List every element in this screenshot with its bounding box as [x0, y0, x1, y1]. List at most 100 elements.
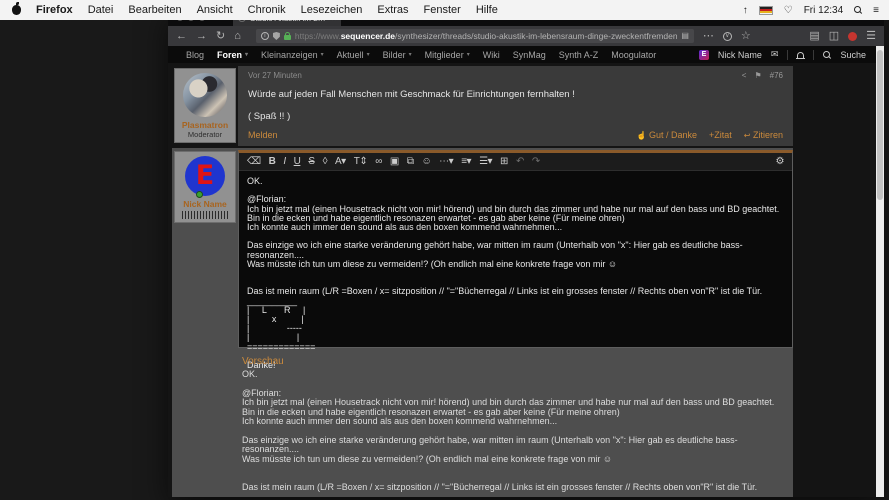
page-scrollbar[interactable] — [876, 46, 884, 497]
remove-format-icon[interactable]: ⌫ — [247, 156, 261, 167]
sidebar-icon[interactable]: ◫ — [829, 30, 839, 42]
smilies-icon[interactable]: ☺ — [421, 156, 431, 167]
pocket-icon[interactable]: ∨ — [722, 31, 732, 41]
report-link[interactable]: Melden — [248, 130, 278, 140]
list-icon[interactable]: ☰▾ — [479, 156, 492, 167]
avatar[interactable]: E — [185, 156, 225, 198]
quote-button[interactable]: ↩ Zitieren — [744, 130, 783, 140]
nav-aktuell[interactable]: Aktuell ▾ — [337, 50, 370, 60]
share-icon[interactable]: < — [742, 71, 747, 80]
chevron-down-icon: ▾ — [408, 52, 412, 58]
library-icon[interactable]: ▤ — [809, 30, 819, 42]
url-bar[interactable]: i https://www.sequencer.de/synthesizer/t… — [255, 29, 694, 43]
chevron-down-icon: ▾ — [466, 52, 470, 58]
forum-nav: Blog Foren ▾ Kleinanzeigen ▾ Aktuell ▾ Bild… — [168, 46, 876, 63]
menu-datei[interactable]: Datei — [88, 4, 114, 16]
reply-username[interactable]: Nick Name — [177, 199, 233, 209]
chevron-down-icon: ▾ — [320, 52, 324, 58]
menu-extras[interactable]: Extras — [377, 4, 408, 16]
font-size-icon[interactable]: T⇕ — [354, 156, 368, 167]
bbcode-settings-icon[interactable]: ⚙ — [776, 156, 785, 167]
reply-icon: ↩ — [743, 131, 751, 140]
menu-fenster[interactable]: Fenster — [424, 4, 461, 16]
avatar[interactable] — [183, 73, 227, 117]
menu-ansicht[interactable]: Ansicht — [197, 4, 233, 16]
url-text: https://www.sequencer.de/synthesizer/thr… — [294, 31, 678, 41]
more-options-icon[interactable]: ⋯▾ — [439, 156, 454, 167]
nav-bilder[interactable]: Bilder ▾ — [383, 50, 412, 60]
chevron-down-icon: ▾ — [366, 52, 370, 58]
font-family-icon[interactable]: A▾ — [335, 156, 346, 167]
reply-block: E Nick Name ⌫ B I U S ◊ A▾ T⇕ ∞ ▣ ⧉ ☺ ⋯▾… — [172, 148, 793, 497]
image-icon[interactable]: ▣ — [390, 156, 399, 167]
post-message: Vor 27 Minuten < ⚑ #76 Würde auf jeden F… — [238, 66, 793, 146]
link-icon[interactable]: ∞ — [375, 156, 382, 167]
spotlight-search-icon[interactable] — [854, 6, 862, 14]
strikethrough-icon[interactable]: S — [308, 156, 315, 167]
post-timestamp[interactable]: Vor 27 Minuten — [248, 71, 302, 80]
reload-icon[interactable]: ↻ — [216, 30, 225, 42]
https-lock-icon[interactable] — [283, 31, 291, 40]
post-user-column: Plasmatron Moderator — [172, 66, 238, 146]
nav-mitglieder[interactable]: Mitglieder ▾ — [425, 50, 470, 60]
inbox-mail-icon[interactable]: ✉ — [771, 49, 779, 60]
forward-icon[interactable]: → — [196, 30, 207, 42]
nav-synmag[interactable]: SynMag — [513, 50, 546, 60]
bookmark-star-icon[interactable]: ☆ — [741, 30, 751, 42]
nav-username[interactable]: Nick Name — [718, 50, 762, 60]
nav-synth-a-z[interactable]: Synth A-Z — [559, 50, 599, 60]
tracking-protection-icon[interactable] — [272, 32, 280, 40]
post-author[interactable]: Plasmatron — [177, 120, 233, 130]
menu-app-name[interactable]: Firefox — [36, 4, 73, 16]
search-icon[interactable] — [823, 50, 831, 59]
menu-hilfe[interactable]: Hilfe — [476, 4, 498, 16]
home-icon[interactable]: ⌂ — [234, 30, 241, 42]
german-flag-icon[interactable] — [758, 5, 773, 15]
menu-lesezeichen[interactable]: Lesezeichen — [301, 4, 363, 16]
menu-bearbeiten[interactable]: Bearbeiten — [128, 4, 181, 16]
redo-icon[interactable]: ↷ — [532, 156, 540, 167]
editor-textarea[interactable]: OK. @Florian: Ich bin jetzt mal (einen H… — [239, 171, 792, 376]
alignment-icon[interactable]: ≡▾ — [461, 156, 471, 167]
post-number[interactable]: #76 — [770, 71, 783, 80]
nav-blog[interactable]: Blog — [186, 50, 204, 60]
bookmark-icon[interactable]: ⚑ — [754, 71, 761, 80]
undo-icon[interactable]: ↶ — [516, 156, 524, 167]
menu-chronik[interactable]: Chronik — [248, 4, 286, 16]
alerts-bell-icon[interactable] — [796, 51, 806, 59]
underline-icon[interactable]: U — [294, 156, 301, 167]
reader-view-icon[interactable]: ▤ — [681, 32, 689, 40]
nav-wiki[interactable]: Wiki — [483, 50, 500, 60]
nav-kleinanzeigen[interactable]: Kleinanzeigen ▾ — [261, 50, 324, 60]
input-source-icon[interactable]: ↑ — [743, 5, 748, 16]
search-label[interactable]: Suche — [840, 50, 866, 60]
reply-user-card: E Nick Name — [174, 151, 236, 223]
bold-icon[interactable]: B — [269, 156, 276, 167]
adblock-icon[interactable] — [848, 31, 858, 41]
divider — [813, 49, 815, 60]
hamburger-menu-icon[interactable]: ☰ — [866, 30, 876, 42]
heart-icon[interactable]: ♡ — [784, 5, 793, 16]
page-actions-icon[interactable]: ⋯ — [703, 30, 714, 42]
table-icon[interactable]: ⊞ — [500, 156, 508, 167]
notification-center-icon[interactable]: ≡ — [873, 5, 879, 16]
like-button[interactable]: ☝ Gut / Danke — [636, 130, 697, 140]
media-icon[interactable]: ⧉ — [407, 156, 414, 167]
quote-plus-button[interactable]: +Zitat — [709, 130, 732, 140]
italic-icon[interactable]: I — [283, 156, 286, 167]
page-info-icon[interactable]: i — [260, 32, 269, 40]
online-indicator — [196, 191, 203, 198]
menubar-clock[interactable]: Fri 12:34 — [804, 5, 843, 16]
nav-moogulator[interactable]: Moogulator — [611, 50, 656, 60]
forum-post: Plasmatron Moderator Vor 27 Minuten < ⚑ … — [172, 66, 793, 146]
reply-editor[interactable]: ⌫ B I U S ◊ A▾ T⇕ ∞ ▣ ⧉ ☺ ⋯▾ ≡▾ ☰▾ ⊞ ↶ ↷… — [238, 150, 793, 370]
page-content: Blog Foren ▾ Kleinanzeigen ▾ Aktuell ▾ Bild… — [168, 46, 884, 497]
user-banner — [182, 211, 228, 219]
nav-foren[interactable]: Foren ▾ — [217, 50, 248, 60]
macos-menubar: Firefox Datei Bearbeiten Ansicht Chronik… — [0, 0, 889, 20]
back-icon[interactable]: ← — [176, 30, 187, 42]
text-color-icon[interactable]: ◊ — [323, 156, 328, 167]
user-avatar[interactable]: E — [698, 49, 709, 60]
post-author-title: Moderator — [187, 130, 223, 139]
apple-menu-icon[interactable] — [12, 2, 21, 15]
